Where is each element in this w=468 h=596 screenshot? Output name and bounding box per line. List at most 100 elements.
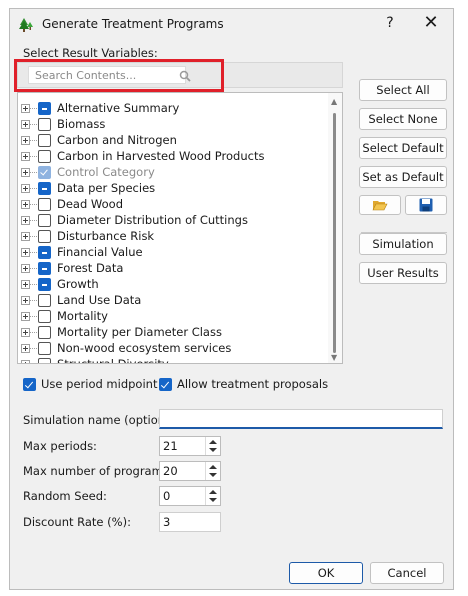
allow-treatment-proposals-checkbox[interactable] (159, 378, 172, 391)
expand-icon[interactable] (21, 136, 30, 145)
max-periods-stepper[interactable]: 21 (159, 436, 221, 456)
tree-item-checkbox[interactable] (38, 278, 51, 291)
generate-treatment-programs-dialog: Generate Treatment Programs ? ✕ Select R… (9, 8, 454, 590)
expand-icon[interactable] (21, 296, 30, 305)
expand-icon[interactable] (21, 264, 30, 273)
decrement-arrow-icon[interactable] (209, 498, 217, 502)
tree-item[interactable]: Structural Diversity (18, 357, 328, 364)
tree-item-checkbox[interactable] (38, 230, 51, 243)
tree-item[interactable]: Biomass (18, 117, 328, 133)
select-all-button[interactable]: Select All (359, 79, 447, 101)
open-button[interactable] (359, 195, 401, 215)
tree-connector (30, 268, 37, 269)
simulation-name-input[interactable] (159, 409, 443, 429)
tree-connector (30, 188, 37, 189)
tree-item-checkbox[interactable] (38, 182, 51, 195)
allow-treatment-proposals-label: Allow treatment proposals (177, 377, 329, 391)
tree-connector (30, 284, 37, 285)
tree-item-checkbox[interactable] (38, 262, 51, 275)
tree-item[interactable]: Disturbance Risk (18, 229, 328, 245)
expand-icon[interactable] (21, 104, 30, 113)
increment-arrow-icon[interactable] (209, 465, 217, 469)
save-button[interactable] (405, 195, 447, 215)
tree-item[interactable]: Carbon and Nitrogen (18, 133, 328, 149)
tree-item[interactable]: Growth (18, 277, 328, 293)
expand-icon[interactable] (21, 280, 30, 289)
save-icon (419, 198, 433, 212)
expand-icon[interactable] (21, 168, 30, 177)
tree-item-checkbox[interactable] (38, 150, 51, 163)
help-icon[interactable]: ? (380, 15, 400, 31)
tree-scrollbar[interactable]: ▲ ▼ (328, 93, 342, 363)
tree-item[interactable]: Mortality per Diameter Class (18, 325, 328, 341)
tree-item-checkbox[interactable] (38, 294, 51, 307)
tree-connector (30, 108, 37, 109)
tree-item[interactable]: Carbon in Harvested Wood Products (18, 149, 328, 165)
expand-icon[interactable] (21, 152, 30, 161)
max-programs-stepper[interactable]: 20 (159, 461, 221, 481)
result-variables-label: Select Result Variables: (23, 46, 158, 60)
expand-icon[interactable] (21, 328, 30, 337)
tree-item[interactable]: Mortality (18, 309, 328, 325)
ok-button[interactable]: OK (289, 562, 363, 584)
max-programs-label: Max number of programs: (23, 464, 173, 478)
scroll-down-arrow[interactable]: ▼ (331, 353, 337, 362)
tree-item[interactable]: Land Use Data (18, 293, 328, 309)
expand-icon[interactable] (21, 248, 30, 257)
use-period-midpoint-checkbox[interactable] (23, 378, 36, 391)
simulation-button[interactable]: Simulation (359, 233, 447, 255)
expand-icon[interactable] (21, 120, 30, 129)
tree-item[interactable]: Data per Species (18, 181, 328, 197)
tree-item-checkbox[interactable] (38, 102, 51, 115)
folder-open-icon (372, 201, 388, 211)
tree-connector (30, 316, 37, 317)
decrement-arrow-icon[interactable] (209, 473, 217, 477)
tree-item-label: Biomass (57, 117, 106, 131)
tree-item-checkbox[interactable] (38, 246, 51, 259)
expand-icon[interactable] (21, 216, 30, 225)
tree-item-checkbox[interactable] (38, 342, 51, 355)
tree-item-checkbox[interactable] (38, 358, 51, 363)
tree-item-label: Alternative Summary (57, 101, 180, 115)
select-default-button[interactable]: Select Default (359, 137, 447, 159)
tree-item-label: Mortality per Diameter Class (57, 325, 222, 339)
tree-item-checkbox[interactable] (38, 326, 51, 339)
tree-item[interactable]: Control Category (18, 165, 328, 181)
discount-rate-input[interactable]: 3 (159, 512, 221, 532)
tree-item[interactable]: Non-wood ecosystem services (18, 341, 328, 357)
tree-item[interactable]: Alternative Summary (18, 101, 328, 117)
close-icon[interactable]: ✕ (421, 12, 441, 33)
tree-item-label: Diameter Distribution of Cuttings (57, 213, 248, 227)
tree-connector (30, 124, 37, 125)
tree-item[interactable]: Forest Data (18, 261, 328, 277)
set-as-default-button[interactable]: Set as Default (359, 166, 447, 188)
cancel-button[interactable]: Cancel (370, 562, 444, 584)
expand-icon[interactable] (21, 360, 30, 363)
scroll-up-arrow[interactable]: ▲ (331, 97, 337, 106)
tree-item-checkbox[interactable] (38, 310, 51, 323)
decrement-arrow-icon[interactable] (209, 448, 217, 452)
select-none-button[interactable]: Select None (359, 108, 447, 130)
increment-arrow-icon[interactable] (209, 440, 217, 444)
tree-item-checkbox[interactable] (38, 198, 51, 211)
tree-item[interactable]: Dead Wood (18, 197, 328, 213)
expand-icon[interactable] (21, 232, 30, 241)
max-programs-value: 20 (163, 464, 178, 478)
tree-item-label: Non-wood ecosystem services (57, 341, 232, 355)
random-seed-stepper[interactable]: 0 (159, 486, 221, 506)
user-results-button[interactable]: User Results (359, 262, 447, 284)
expand-icon[interactable] (21, 344, 30, 353)
increment-arrow-icon[interactable] (209, 490, 217, 494)
tree-item-checkbox[interactable] (38, 214, 51, 227)
scroll-thumb[interactable] (333, 113, 336, 353)
expand-icon[interactable] (21, 200, 30, 209)
tree-item-checkbox[interactable] (38, 118, 51, 131)
expand-icon[interactable] (21, 312, 30, 321)
tree-item[interactable]: Financial Value (18, 245, 328, 261)
tree-item-checkbox[interactable] (38, 134, 51, 147)
tree-item-label: Structural Diversity (57, 357, 169, 364)
expand-icon[interactable] (21, 184, 30, 193)
tree-item-checkbox[interactable] (38, 166, 51, 179)
tree-connector (30, 348, 37, 349)
tree-item[interactable]: Diameter Distribution of Cuttings (18, 213, 328, 229)
